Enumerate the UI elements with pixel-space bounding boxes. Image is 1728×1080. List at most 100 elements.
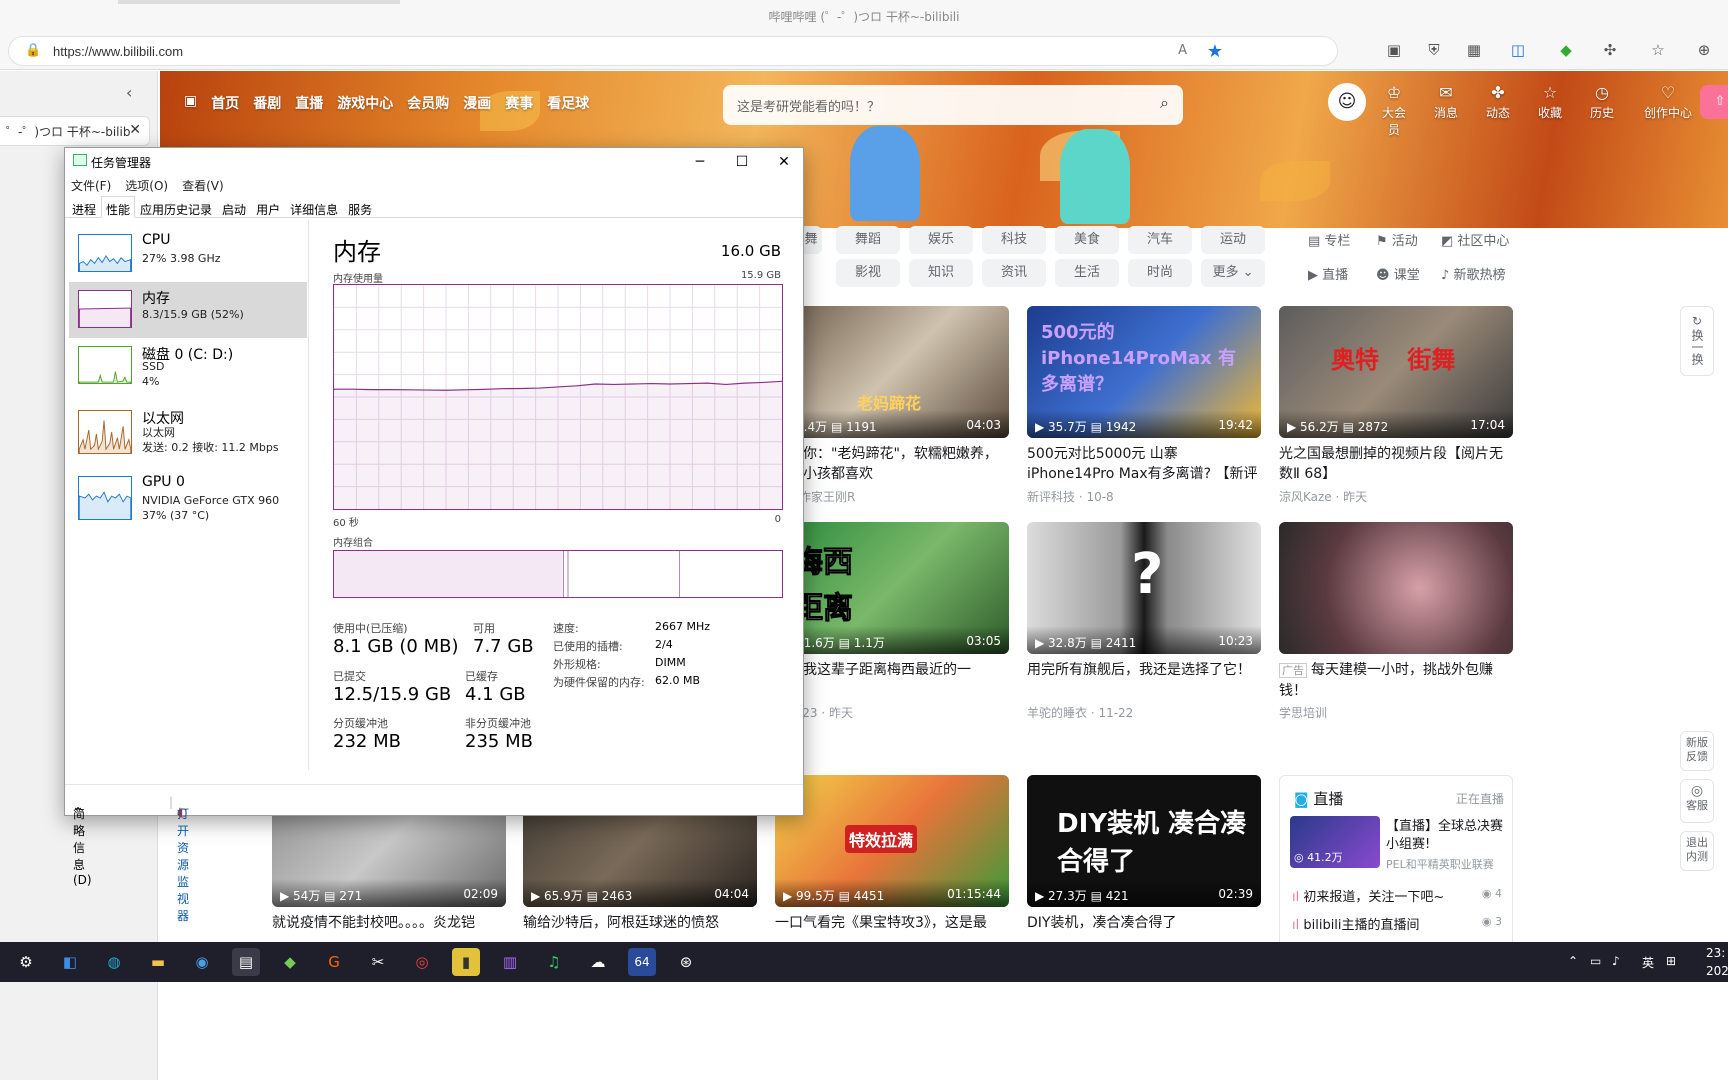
video-title[interactable]: 广告 每天建模一小时，挑战外包赚钱！: [1279, 660, 1513, 700]
category-chip[interactable]: 运动: [1201, 226, 1265, 254]
video-thumbnail[interactable]: 奥特 街舞 ▶ 56.2万 ▤ 2872 17:04: [1279, 306, 1513, 438]
nav-item[interactable]: 游戏中心: [337, 93, 393, 113]
nav-history[interactable]: ◷ 历史: [1586, 83, 1618, 138]
resource-gpu[interactable]: GPU 0 NVIDIA GeForce GTX 960 37% (37 °C): [69, 468, 307, 524]
live-header[interactable]: ◙ 直播: [1294, 788, 1343, 809]
tab-details[interactable]: 详细信息: [285, 196, 343, 218]
video-title[interactable]: 就说疫情不能封校吧。。。。炎龙铠: [272, 913, 506, 933]
tab-processes[interactable]: 进程: [67, 196, 101, 218]
maximize-button[interactable]: ☐: [721, 148, 763, 176]
resource-cpu[interactable]: CPU 27% 3.98 GHz: [69, 226, 307, 282]
tab-performance[interactable]: 性能: [101, 196, 136, 218]
nav-item[interactable]: 首页: [211, 93, 239, 113]
nav-dynamics[interactable]: ✤ 动态: [1482, 83, 1514, 138]
side-link[interactable]: ☻ 课堂: [1376, 264, 1420, 283]
tab-services[interactable]: 服务: [343, 196, 377, 218]
minimize-button[interactable]: ─: [679, 148, 721, 176]
clock-time[interactable]: 23:: [1706, 946, 1725, 960]
app-icon[interactable]: ▮: [452, 948, 480, 976]
nav-item[interactable]: 赛事: [505, 93, 533, 113]
extension-leaf-icon[interactable]: ◆: [1556, 40, 1576, 60]
nav-item[interactable]: 看足球: [547, 93, 589, 113]
category-chip[interactable]: 美食: [1055, 226, 1119, 254]
live-thumbnail[interactable]: ◎ 41.2万: [1290, 816, 1380, 868]
category-chip[interactable]: 影视: [836, 259, 900, 287]
resource-disk[interactable]: 磁盘 0 (C: D:) SSD 4%: [69, 338, 307, 394]
home-icon[interactable]: ▣: [184, 93, 197, 113]
puzzle-icon[interactable]: ✣: [1600, 40, 1620, 60]
video-thumbnail[interactable]: 老妈蹄花 ▶ 5.4万 ▤ 119104:03: [775, 306, 1009, 438]
reader-icon[interactable]: ◫: [1508, 40, 1528, 60]
video-author[interactable]: 新评科技 · 10-8: [1027, 488, 1114, 505]
resource-memory[interactable]: 内存 8.3/15.9 GB (52%): [69, 282, 307, 338]
read-aloud-icon[interactable]: A: [1178, 43, 1187, 58]
side-link[interactable]: ◩ 社区中心: [1441, 230, 1509, 249]
collapse-panel-icon[interactable]: ‹: [126, 83, 132, 102]
app-64-icon[interactable]: 64: [628, 948, 656, 976]
nav-item[interactable]: 直播: [295, 93, 323, 113]
exit-beta-button[interactable]: 退出内测: [1680, 831, 1714, 871]
task-manager-taskbar-icon[interactable]: ▤: [232, 948, 260, 976]
category-more[interactable]: 更多 ⌄: [1201, 259, 1265, 287]
video-title[interactable]: 一口气看完《果宝特攻3》，这是最: [775, 913, 1009, 933]
video-thumbnail[interactable]: 梅西 距离 ▶ 41.6万 ▤ 1.1万03:05: [775, 522, 1009, 654]
menu-options[interactable]: 选项(O): [125, 177, 168, 194]
close-button[interactable]: ✕: [763, 148, 805, 176]
favorites-icon[interactable]: ☆: [1648, 40, 1668, 60]
category-chip[interactable]: 时尚: [1128, 259, 1192, 287]
resource-ethernet[interactable]: 以太网 以太网 发送: 0.2 接收: 11.2 Mbps: [69, 402, 307, 464]
menu-file[interactable]: 文件(F): [71, 177, 111, 194]
category-chip[interactable]: 娱乐: [909, 226, 973, 254]
video-title[interactable]: 用完所有旗舰后，我还是选择了它！: [1027, 660, 1261, 680]
nav-messages[interactable]: ✉ 消息: [1430, 83, 1462, 138]
video-title[interactable]: 能是我这辈子距离梅西最近的一: [775, 660, 1009, 680]
extension-icon[interactable]: ▣: [1384, 40, 1404, 60]
tab-app-history[interactable]: 应用历史记录: [135, 196, 217, 218]
live-author[interactable]: PEL和平精英职业联赛: [1386, 856, 1494, 872]
search-input[interactable]: 这是考研党能看的吗！？: [737, 96, 880, 115]
lock-icon[interactable]: 🔒: [25, 43, 41, 58]
app-icon[interactable]: ◎: [408, 948, 436, 976]
category-chip[interactable]: 资讯: [982, 259, 1046, 287]
nav-item[interactable]: 漫画: [463, 93, 491, 113]
video-author[interactable]: 涼风Kaze · 昨天: [1279, 488, 1367, 505]
steam-icon[interactable]: ⊛: [672, 948, 700, 976]
video-author[interactable]: 羊驼的睡衣 · 11-22: [1027, 704, 1133, 721]
side-link[interactable]: ⚑ 活动: [1376, 230, 1418, 249]
category-chip[interactable]: 舞蹈: [836, 226, 900, 254]
video-thumbnail[interactable]: ? ▶ 32.8万 ▤ 2411 10:23: [1027, 522, 1261, 654]
close-icon[interactable]: ✕: [129, 122, 141, 138]
music-app-icon[interactable]: ♫: [540, 948, 568, 976]
video-thumbnail[interactable]: 特效拉满 ▶ 99.5万 ▤ 4451 01:15:44: [775, 775, 1009, 907]
category-chip[interactable]: 科技: [982, 226, 1046, 254]
browser-tab[interactable]: ゜-゜)つロ 干杯~-bilib ✕: [0, 116, 150, 146]
side-link[interactable]: ▤ 专栏: [1308, 230, 1350, 249]
app-icon[interactable]: ▥: [496, 948, 524, 976]
file-explorer-icon[interactable]: ▬: [144, 948, 172, 976]
video-title[interactable]: 长教你："老妈蹄花"，软糯粑嫩养，老人小孩都喜欢: [775, 444, 1009, 484]
refresh-button[interactable]: ↻ 换一换: [1680, 306, 1714, 376]
nav-item[interactable]: 番剧: [253, 93, 281, 113]
tray-chevron-icon[interactable]: ⌃: [1568, 954, 1578, 968]
category-chip[interactable]: 生活: [1055, 259, 1119, 287]
feedback-button[interactable]: 新版反馈: [1680, 731, 1714, 771]
video-thumbnail[interactable]: [1279, 522, 1513, 654]
settings-gear-icon[interactable]: ⚙: [12, 948, 40, 976]
collections-icon[interactable]: ⊕: [1694, 40, 1714, 60]
tab-startup[interactable]: 启动: [217, 196, 251, 218]
live-title[interactable]: 【直播】全球总决赛小组赛!: [1386, 818, 1510, 854]
address-bar[interactable]: 🔒 https://www.bilibili.com A ★: [8, 36, 1338, 66]
video-thumbnail[interactable]: DIY装机 凑合凑合得了 ▶ 27.3万 ▤ 421 02:39: [1027, 775, 1261, 907]
app-icon[interactable]: ◧: [56, 948, 84, 976]
volume-icon[interactable]: ♪: [1612, 954, 1620, 968]
nav-creator[interactable]: ♡ 创作中心: [1638, 83, 1698, 138]
globe-icon[interactable]: ◉: [188, 948, 216, 976]
network-icon[interactable]: ▭: [1590, 954, 1601, 968]
category-chip[interactable]: 汽车: [1128, 226, 1192, 254]
video-thumbnail[interactable]: 500元的 iPhone14ProMax 有多离谱？ ▶ 35.7万 ▤ 194…: [1027, 306, 1261, 438]
url-text[interactable]: https://www.bilibili.com: [53, 44, 183, 59]
nav-vip[interactable]: ♔ 大会员: [1378, 83, 1410, 138]
ime-icon[interactable]: ⊞: [1666, 954, 1676, 968]
video-title[interactable]: 输给沙特后，阿根廷球迷的愤怒: [523, 913, 757, 933]
upload-button[interactable]: ⇧: [1700, 85, 1728, 119]
